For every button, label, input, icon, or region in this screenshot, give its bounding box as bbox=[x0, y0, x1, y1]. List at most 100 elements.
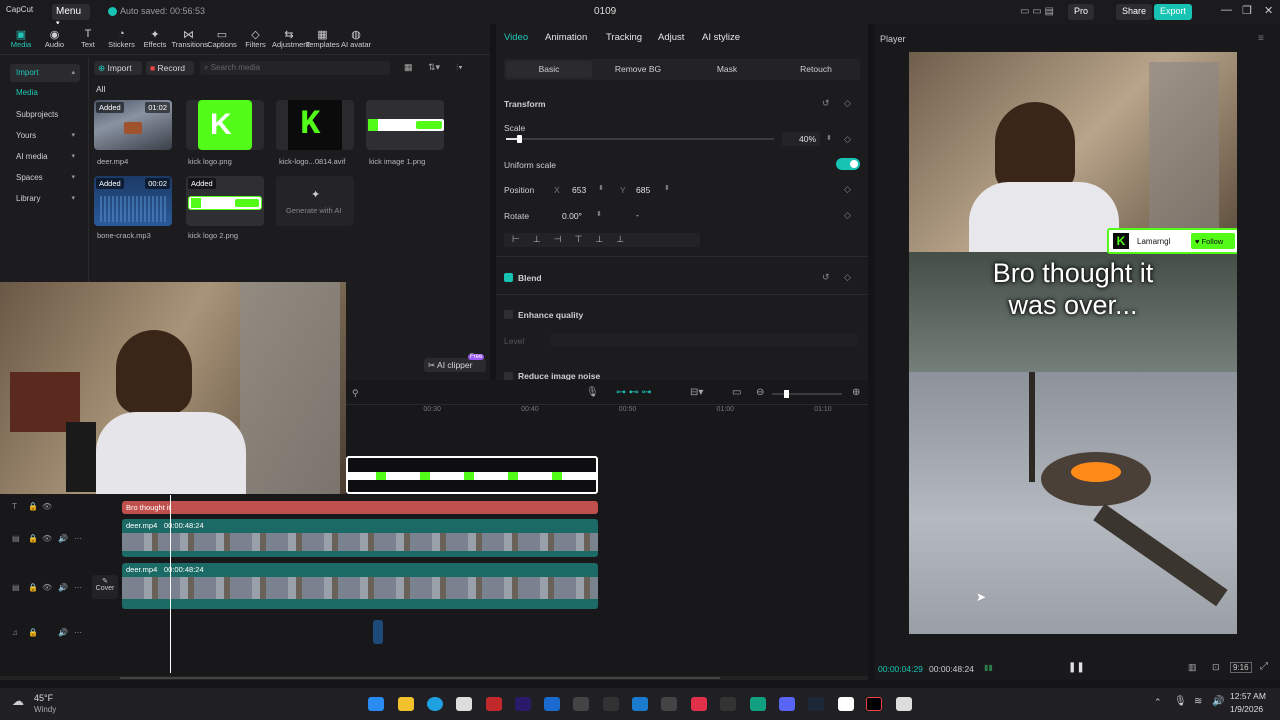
app-icon[interactable] bbox=[896, 697, 912, 711]
zoom-out-icon[interactable]: ⊖ bbox=[756, 387, 764, 398]
subtab-retouch[interactable]: Retouch bbox=[773, 61, 859, 78]
zoom-in-icon[interactable]: ⊕ bbox=[852, 387, 860, 398]
toolbar-item-adjustment[interactable]: ⇆ Adjustment bbox=[272, 28, 310, 49]
keyframe-icon[interactable]: ◇ bbox=[844, 272, 851, 283]
keyframe-icon[interactable]: ◇ bbox=[844, 184, 851, 195]
toolbar-item-stickers[interactable]: ◔ Stickers bbox=[105, 28, 139, 49]
pause-icon[interactable]: ❚❚ bbox=[1068, 662, 1085, 673]
import-button[interactable]: ⊕ Import bbox=[94, 61, 142, 75]
eye-icon[interactable]: 👁 bbox=[42, 583, 52, 592]
tab-video[interactable]: Video bbox=[504, 32, 528, 43]
premiere-icon[interactable] bbox=[515, 697, 531, 711]
media-item-kick-logo[interactable]: K bbox=[186, 100, 264, 150]
video-preview[interactable]: K Lamarngl ♥ Follow Bro thought it was o… bbox=[909, 52, 1237, 634]
level-select[interactable] bbox=[550, 333, 858, 347]
sidebar-item-import[interactable]: Import ▴ bbox=[10, 64, 80, 82]
app-icon[interactable] bbox=[661, 697, 677, 711]
keyframe-icon[interactable]: ◇ bbox=[844, 98, 851, 109]
media-item-bone-crack[interactable]: Added 00:02 bbox=[94, 176, 172, 226]
zoom-handle[interactable] bbox=[784, 390, 789, 398]
app-icon[interactable] bbox=[603, 697, 619, 711]
stepper-icon[interactable]: ⬍ bbox=[826, 134, 832, 142]
file-explorer-icon[interactable] bbox=[398, 697, 414, 711]
crop-icon[interactable]: ⊡ bbox=[1212, 662, 1220, 673]
track-add-icon[interactable]: ⚲ bbox=[352, 388, 359, 399]
record-button[interactable]: ■ Record bbox=[146, 61, 194, 75]
video-clip[interactable]: deer.mp4 00:00:48:24 bbox=[122, 563, 598, 609]
lock-icon[interactable]: 🔒 bbox=[28, 583, 38, 592]
clock-date[interactable]: 1/9/2026 bbox=[1230, 704, 1263, 714]
toolbar-item-effects[interactable]: ✦ Effects bbox=[138, 28, 172, 49]
toolbar-item-ai-avatar[interactable]: ◍ AI avatar bbox=[339, 28, 373, 49]
reset-icon[interactable]: ↺ bbox=[822, 272, 830, 283]
grid-view-icon[interactable]: ▦ bbox=[404, 62, 413, 73]
cover-button[interactable]: ✎ Cover bbox=[92, 575, 118, 599]
subtab-remove-bg[interactable]: Remove BG bbox=[595, 61, 681, 78]
enhance-quality-label[interactable]: Enhance quality bbox=[518, 310, 583, 320]
maximize-icon[interactable]: ❐ bbox=[1242, 4, 1252, 17]
scale-slider-handle[interactable] bbox=[516, 135, 522, 143]
rotate-input[interactable]: 0.00° bbox=[562, 211, 582, 221]
tray-chevron-icon[interactable]: ⌃ bbox=[1154, 697, 1162, 708]
timeline-scrollbar[interactable] bbox=[0, 676, 868, 680]
toolbar-item-captions[interactable]: ▭ Captions bbox=[205, 28, 239, 49]
tray-mic-icon[interactable]: 🎙 bbox=[1174, 696, 1187, 707]
export-button[interactable]: Export bbox=[1154, 4, 1193, 20]
pos-x-input[interactable]: 653 bbox=[572, 185, 586, 195]
reset-icon[interactable]: ↺ bbox=[822, 98, 830, 109]
close-icon[interactable]: ✕ bbox=[1264, 4, 1273, 17]
more-icon[interactable]: ⋯ bbox=[74, 583, 82, 592]
steam-icon[interactable] bbox=[808, 697, 824, 711]
lock-icon[interactable]: 🔒 bbox=[28, 502, 38, 511]
tiktok-icon[interactable] bbox=[866, 697, 882, 711]
overlay-clip[interactable] bbox=[346, 456, 598, 494]
quality-icon[interactable]: ▥ bbox=[1188, 662, 1197, 673]
mute-icon[interactable]: 🔊 bbox=[58, 583, 68, 592]
fullscreen-icon[interactable]: ⤢ bbox=[1260, 661, 1268, 672]
transform-label[interactable]: Transform bbox=[504, 99, 546, 109]
sidebar-item-media[interactable]: Media bbox=[10, 84, 80, 102]
menu-button[interactable]: Menu ▾ bbox=[52, 4, 90, 27]
filter-icon[interactable]: ⫶▾ bbox=[456, 62, 463, 73]
zoom-slider[interactable] bbox=[772, 390, 842, 398]
app-icon[interactable] bbox=[720, 697, 736, 711]
search-input[interactable]: ⌕ Search media bbox=[200, 61, 390, 75]
stepper-icon[interactable]: ⬍ bbox=[596, 210, 602, 218]
app-icon[interactable] bbox=[573, 697, 589, 711]
app-icon[interactable] bbox=[632, 697, 648, 711]
split-icon[interactable]: ⊟▾ bbox=[690, 387, 703, 398]
playhead[interactable] bbox=[170, 495, 171, 673]
start-icon[interactable] bbox=[368, 697, 384, 711]
menu-icon[interactable]: ≡ bbox=[1258, 33, 1264, 44]
media-item-deer[interactable]: Added 01:02 bbox=[94, 100, 172, 150]
stepper-icon[interactable]: ⬍ bbox=[598, 184, 604, 192]
sidebar-item-spaces[interactable]: Spaces ▾ bbox=[10, 169, 80, 187]
sort-icon[interactable]: ⇅▾ bbox=[428, 62, 440, 73]
share-button[interactable]: Share bbox=[1116, 4, 1153, 20]
media-item-kick-avif[interactable]: K bbox=[276, 100, 354, 150]
tab-adjust[interactable]: Adjust bbox=[658, 32, 684, 43]
align-icons[interactable]: ⊢⊥⊣⊤⊥⊥ bbox=[512, 234, 637, 244]
tab-ai-stylize[interactable]: AI stylize bbox=[702, 32, 740, 43]
enhance-checkbox[interactable] bbox=[504, 310, 513, 319]
scale-slider-track[interactable] bbox=[506, 135, 774, 143]
kick-overlay[interactable]: K Lamarngl ♥ Follow bbox=[1107, 228, 1237, 254]
ai-clipper-button[interactable]: ✂ AI clipper bbox=[424, 358, 486, 372]
scale-input[interactable]: 40% bbox=[782, 132, 820, 146]
keyframe-icon[interactable]: ◇ bbox=[844, 210, 851, 221]
blend-checkbox[interactable] bbox=[504, 273, 513, 282]
eye-icon[interactable]: 👁 bbox=[42, 502, 52, 511]
project-name[interactable]: 0109 bbox=[594, 6, 616, 17]
sidebar-item-library[interactable]: Library ▾ bbox=[10, 190, 80, 208]
outlook-icon[interactable] bbox=[544, 697, 560, 711]
toolbar-item-templates[interactable]: ▦ Templates bbox=[306, 28, 340, 49]
keyframe-icon[interactable]: ◇ bbox=[844, 134, 851, 145]
video-clip[interactable]: deer.mp4 00:00:48:24 bbox=[122, 519, 598, 557]
tab-animation[interactable]: Animation bbox=[545, 32, 587, 43]
weather-temp[interactable]: 45°F bbox=[34, 693, 53, 703]
filter-all[interactable]: All bbox=[96, 84, 105, 94]
tab-tracking[interactable]: Tracking bbox=[606, 32, 642, 43]
media-item-kick-image[interactable] bbox=[366, 100, 444, 150]
audio-clip[interactable] bbox=[373, 620, 383, 644]
weather-desc[interactable]: Windy bbox=[34, 705, 56, 714]
